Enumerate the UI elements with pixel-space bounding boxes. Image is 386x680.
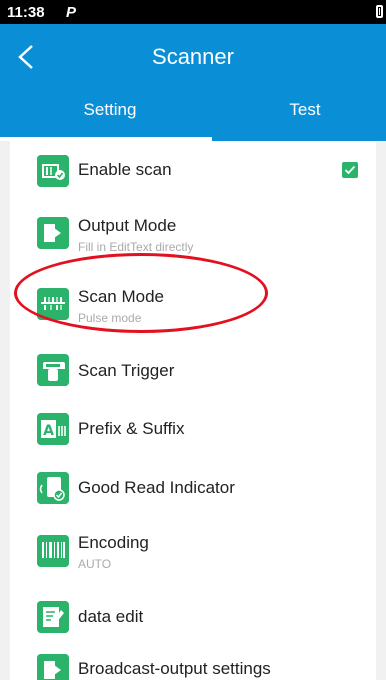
scan-trigger-icon (37, 354, 69, 386)
tab-setting[interactable]: Setting (60, 100, 160, 120)
notification-p-icon: P (66, 4, 77, 21)
setting-label: Enable scan (78, 160, 172, 179)
setting-value: Fill in EditText directly (78, 240, 194, 254)
tab-test[interactable]: Test (270, 100, 340, 120)
app-bar: Scanner Setting Test (0, 24, 386, 141)
setting-enable-scan[interactable]: Enable scan (10, 141, 376, 200)
battery-icon (376, 5, 383, 18)
setting-broadcast-output[interactable]: Broadcast-output settings (10, 646, 376, 680)
enable-scan-checkbox[interactable] (342, 162, 358, 178)
setting-scan-trigger[interactable]: Scan Trigger (10, 342, 376, 400)
output-arrow-icon (37, 217, 69, 249)
setting-prefix-suffix[interactable]: A Prefix & Suffix (10, 400, 376, 459)
setting-label: Prefix & Suffix (78, 419, 185, 438)
setting-value: AUTO (78, 557, 112, 571)
setting-encoding[interactable]: Encoding AUTO (10, 517, 376, 588)
setting-label: Good Read Indicator (78, 478, 235, 497)
page-title: Scanner (152, 44, 234, 69)
edit-icon (37, 601, 69, 633)
barcode-check-icon (37, 155, 69, 187)
check-icon (344, 165, 356, 175)
good-read-icon (37, 472, 69, 504)
setting-data-edit[interactable]: data edit (10, 588, 376, 646)
prefix-suffix-icon: A (37, 413, 69, 445)
setting-label: Output Mode (78, 216, 177, 235)
svg-text:A: A (43, 423, 54, 439)
broadcast-output-icon (37, 654, 69, 680)
setting-label: data edit (78, 607, 144, 626)
setting-label: Encoding (78, 533, 149, 552)
setting-label: Broadcast-output settings (78, 659, 271, 678)
settings-list: Enable scan Output Mode Fill in EditText… (10, 141, 376, 680)
highlight-ellipse (14, 253, 268, 333)
status-time: 11:38 (7, 4, 45, 21)
setting-label: Scan Trigger (78, 361, 175, 380)
encoding-barcode-icon (37, 535, 69, 567)
status-bar: 11:38 P (0, 0, 386, 24)
setting-good-read-indicator[interactable]: Good Read Indicator (10, 459, 376, 517)
